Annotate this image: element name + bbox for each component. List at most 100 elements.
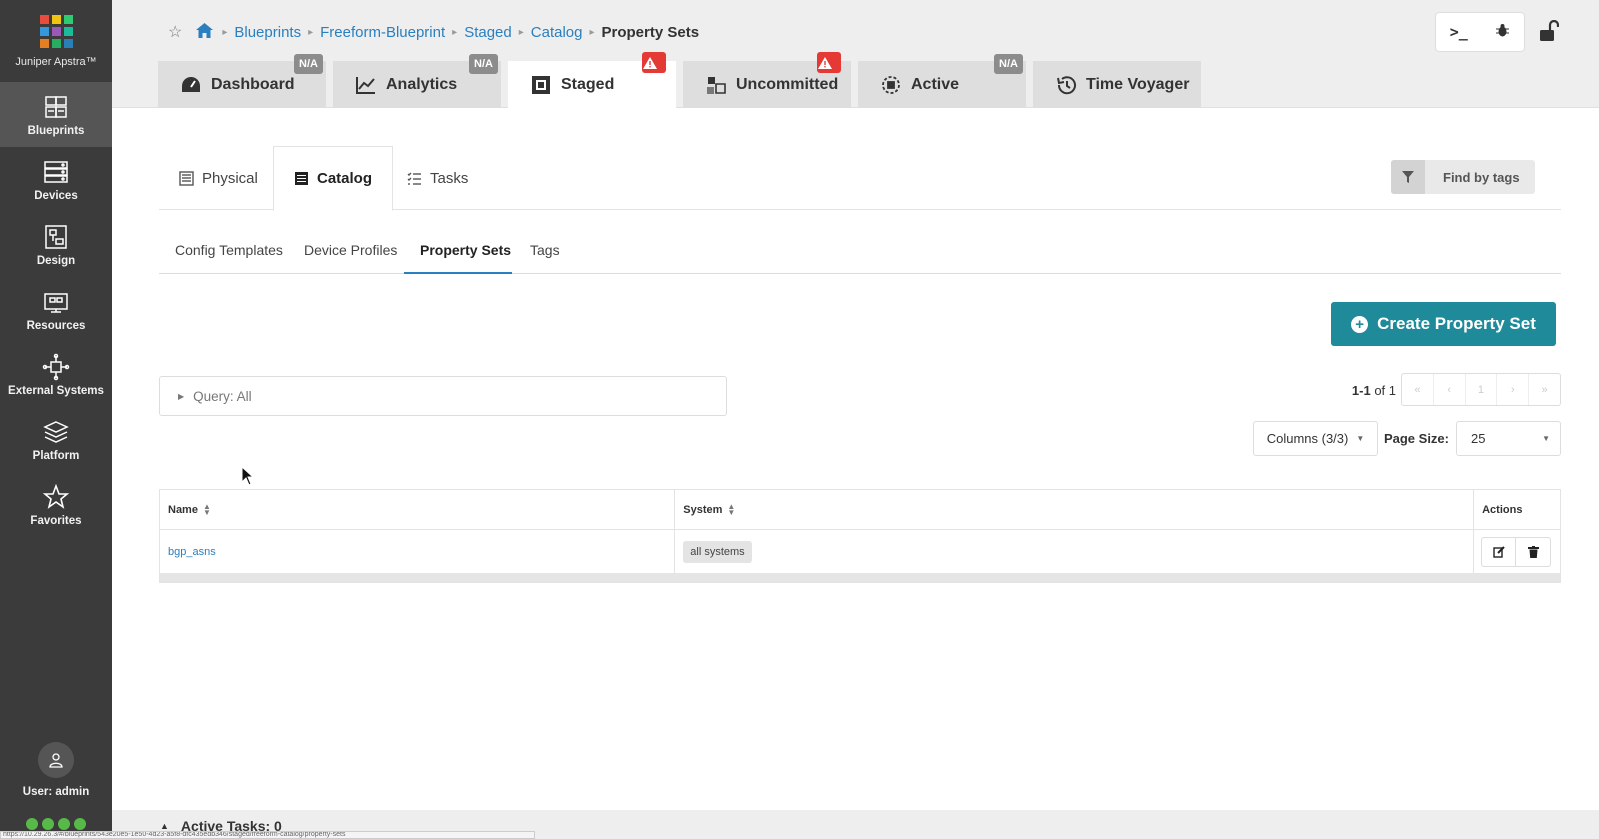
trash-icon bbox=[1527, 545, 1539, 558]
cli-button[interactable]: >_ bbox=[1450, 23, 1468, 41]
home-icon[interactable] bbox=[196, 22, 214, 42]
find-by-tags-button[interactable]: Find by tags bbox=[1391, 160, 1535, 194]
name-cell: bgp_asns bbox=[160, 530, 676, 573]
breadcrumb-blueprints[interactable]: Blueprints bbox=[234, 24, 301, 41]
sidebar-item-external-systems[interactable]: External Systems bbox=[0, 342, 112, 407]
tab-device-profiles[interactable]: Device Profiles bbox=[304, 242, 397, 258]
sidebar-item-design[interactable]: Design bbox=[0, 212, 112, 277]
analytics-icon bbox=[356, 76, 375, 94]
active-icon bbox=[882, 75, 900, 94]
brand-name: Juniper Apstra™ bbox=[15, 55, 97, 68]
devices-icon bbox=[44, 160, 68, 183]
tab-catalog[interactable]: Catalog bbox=[273, 146, 394, 211]
breadcrumb-blueprint[interactable]: Freeform-Blueprint bbox=[320, 24, 445, 41]
breadcrumb: ☆ ▸ Blueprints ▸ Freeform-Blueprint ▸ St… bbox=[168, 22, 699, 42]
tab-label: Staged bbox=[561, 75, 615, 93]
edit-icon bbox=[1492, 545, 1505, 558]
tab-label: Active bbox=[911, 75, 960, 93]
sort-icon: ▲ ▼ bbox=[202, 501, 211, 517]
horizontal-scrollbar[interactable] bbox=[160, 573, 1560, 582]
user-label: User: admin bbox=[22, 786, 90, 798]
sidebar-item-label: Blueprints bbox=[27, 124, 85, 137]
tab-physical[interactable]: Physical bbox=[179, 146, 258, 210]
tab-property-sets[interactable]: Property Sets bbox=[420, 242, 511, 258]
tab-tasks[interactable]: Tasks bbox=[407, 146, 468, 210]
breadcrumb-separator: ▸ bbox=[589, 26, 595, 38]
sidebar: Juniper Apstra™ Blueprints Devices Desig… bbox=[0, 0, 112, 839]
resources-icon bbox=[44, 292, 68, 313]
page-size-select[interactable]: 25 ▼ bbox=[1456, 421, 1561, 456]
tab-active[interactable]: Active N/A bbox=[858, 54, 1026, 108]
column-header-name[interactable]: Name ▲ ▼ bbox=[160, 490, 676, 529]
history-icon bbox=[1057, 75, 1076, 94]
actions-cell bbox=[1474, 530, 1560, 573]
tab-label: Analytics bbox=[386, 75, 458, 93]
sidebar-item-devices[interactable]: Devices bbox=[0, 147, 112, 212]
tool-group: >_ bbox=[1435, 12, 1525, 52]
avatar bbox=[38, 742, 74, 778]
sidebar-item-platform[interactable]: Platform bbox=[0, 407, 112, 472]
prev-page-button[interactable]: ‹ bbox=[1434, 374, 1466, 405]
last-page-button[interactable]: » bbox=[1529, 374, 1560, 405]
sidebar-item-resources[interactable]: Resources bbox=[0, 277, 112, 342]
tab-staged[interactable]: Staged bbox=[508, 52, 676, 108]
breadcrumb-separator: ▸ bbox=[222, 26, 228, 38]
first-page-button[interactable]: « bbox=[1402, 374, 1434, 405]
breadcrumb-separator: ▸ bbox=[518, 26, 524, 38]
column-header-system[interactable]: System ▲ ▼ bbox=[675, 490, 1475, 529]
warning-icon bbox=[642, 52, 666, 73]
breadcrumb-catalog[interactable]: Catalog bbox=[531, 24, 583, 41]
tasks-icon bbox=[407, 172, 421, 185]
property-sets-table: Name ▲ ▼ System ▲ ▼ Actions bgp_asns all s… bbox=[159, 489, 1561, 583]
create-button-label: Create Property Set bbox=[1377, 314, 1536, 333]
sidebar-item-favorites[interactable]: Favorites bbox=[0, 472, 112, 537]
tab-time-voyager[interactable]: Time Voyager bbox=[1033, 61, 1201, 108]
pagination: « ‹ 1 › » bbox=[1401, 373, 1561, 406]
tab-label: Dashboard bbox=[211, 75, 295, 93]
find-by-tags-label: Find by tags bbox=[1443, 169, 1520, 185]
plus-circle-icon: + bbox=[1351, 315, 1369, 333]
page-size-label: Page Size: bbox=[1383, 431, 1449, 446]
pagination-total: of 1 bbox=[1374, 383, 1396, 398]
tab-label: Catalog bbox=[317, 170, 373, 187]
columns-dropdown[interactable]: Columns (3/3) ▼ bbox=[1253, 421, 1378, 456]
page-number[interactable]: 1 bbox=[1466, 374, 1498, 405]
mouse-cursor-icon bbox=[241, 466, 255, 486]
status-dot bbox=[42, 818, 54, 830]
user-menu[interactable]: User: admin bbox=[0, 742, 112, 798]
table-row: bgp_asns all systems bbox=[160, 530, 1560, 573]
main-tabs: Dashboard N/A Analytics N/A Staged Uncom… bbox=[158, 52, 1201, 108]
favorite-star-icon[interactable]: ☆ bbox=[168, 22, 182, 42]
page-size-value: 25 bbox=[1471, 431, 1486, 446]
status-dot bbox=[58, 818, 70, 830]
tab-dashboard[interactable]: Dashboard N/A bbox=[158, 54, 326, 108]
tab-tags[interactable]: Tags bbox=[530, 242, 560, 258]
breadcrumb-staged[interactable]: Staged bbox=[464, 24, 512, 41]
pagination-summary: 1-1 of 1 bbox=[1352, 383, 1396, 398]
delete-button[interactable] bbox=[1516, 538, 1550, 566]
bug-icon[interactable] bbox=[1495, 23, 1510, 42]
tab-uncommitted[interactable]: Uncommitted bbox=[683, 52, 851, 108]
property-set-link[interactable]: bgp_asns bbox=[168, 546, 216, 558]
sidebar-item-blueprints[interactable]: Blueprints bbox=[0, 82, 112, 147]
sidebar-item-label: Favorites bbox=[30, 514, 82, 527]
star-icon bbox=[42, 483, 70, 509]
pagination-range: 1-1 bbox=[1351, 383, 1371, 398]
sort-icon: ▲ ▼ bbox=[727, 501, 736, 517]
lock-icon[interactable] bbox=[1539, 19, 1560, 47]
tab-label: Tasks bbox=[430, 169, 469, 187]
edit-button[interactable] bbox=[1482, 537, 1517, 566]
brand[interactable]: Juniper Apstra™ bbox=[0, 0, 112, 82]
column-header-label: System bbox=[683, 503, 723, 516]
query-toggle[interactable]: ▶ Query: All bbox=[159, 376, 727, 416]
design-icon bbox=[45, 224, 67, 249]
tab-config-templates[interactable]: Config Templates bbox=[175, 242, 283, 258]
breadcrumb-current: Property Sets bbox=[601, 23, 700, 41]
tab-analytics[interactable]: Analytics N/A bbox=[333, 54, 501, 108]
next-page-button[interactable]: › bbox=[1497, 374, 1530, 405]
create-property-set-button[interactable]: + Create Property Set bbox=[1331, 302, 1556, 346]
status-dot bbox=[74, 818, 86, 830]
staged-icon bbox=[532, 75, 550, 94]
na-badge: N/A bbox=[994, 54, 1023, 74]
status-dots bbox=[26, 818, 86, 830]
